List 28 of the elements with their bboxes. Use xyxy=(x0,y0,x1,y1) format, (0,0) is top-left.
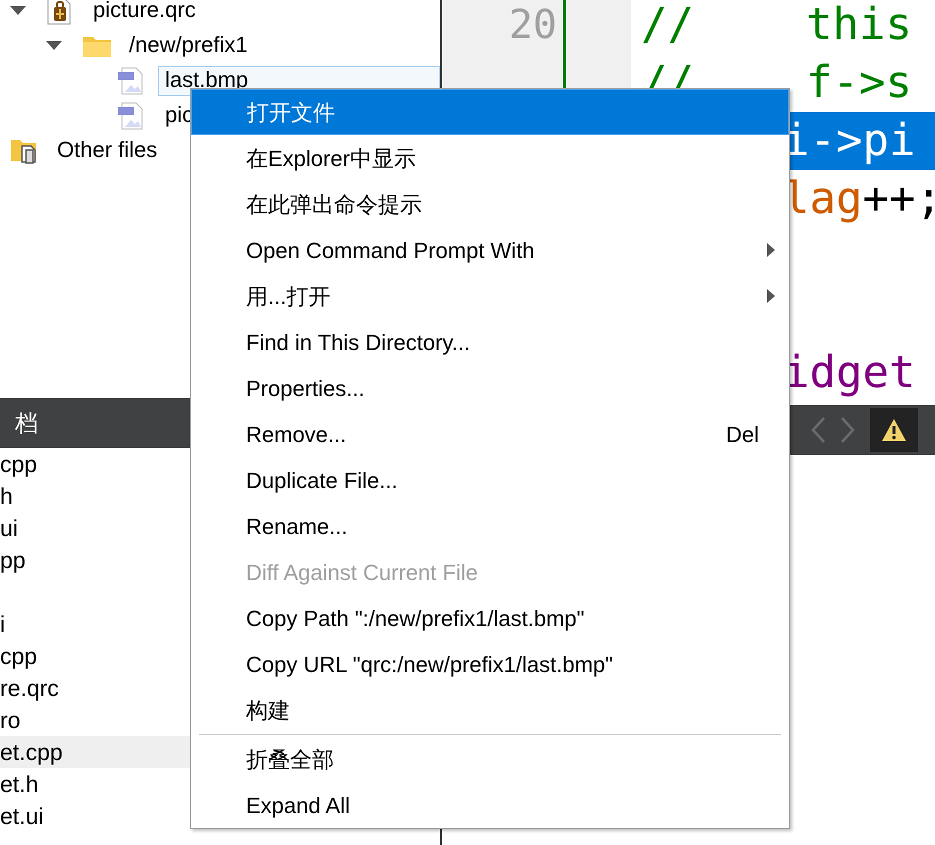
image-file-icon xyxy=(118,66,144,94)
code-comment: // xyxy=(641,3,694,47)
menu-item[interactable]: Open Command Prompt With xyxy=(191,227,789,273)
menu-item[interactable]: Remove... Del xyxy=(191,411,789,457)
menu-item[interactable]: 折叠全部 xyxy=(191,736,789,782)
menu-item[interactable]: Duplicate File... xyxy=(191,457,789,503)
menu-item[interactable]: 用...打开 xyxy=(191,273,789,319)
menu-item[interactable]: 打开文件 xyxy=(191,89,789,135)
tree-item-label[interactable]: Other files xyxy=(50,136,164,166)
tree-item-label[interactable]: picture.qrc xyxy=(86,0,203,26)
tree-item-label[interactable]: /new/prefix1 xyxy=(122,30,255,60)
submenu-arrow-icon xyxy=(767,243,775,257)
expanded-caret-icon[interactable] xyxy=(10,6,26,16)
code-token: f->s xyxy=(806,61,912,105)
menu-item[interactable]: 构建 xyxy=(191,687,789,733)
menu-item[interactable]: Rename... xyxy=(191,503,789,549)
image-file-icon xyxy=(118,102,144,130)
warning-icon[interactable] xyxy=(870,408,918,452)
code-token: ++; xyxy=(862,177,935,221)
shortcut-label: Del xyxy=(726,420,759,448)
submenu-arrow-icon xyxy=(767,289,775,303)
line-number: 20 xyxy=(508,1,557,50)
expanded-caret-icon[interactable] xyxy=(46,40,62,50)
code-token: this xyxy=(806,3,912,47)
menu-item[interactable]: Copy URL "qrc:/new/prefix1/last.bmp" xyxy=(191,641,789,687)
menu-item[interactable]: Copy Path ":/new/prefix1/last.bmp" xyxy=(191,595,789,641)
panel-title: 档 xyxy=(14,408,38,438)
menu-item[interactable]: Expand All xyxy=(191,782,789,828)
